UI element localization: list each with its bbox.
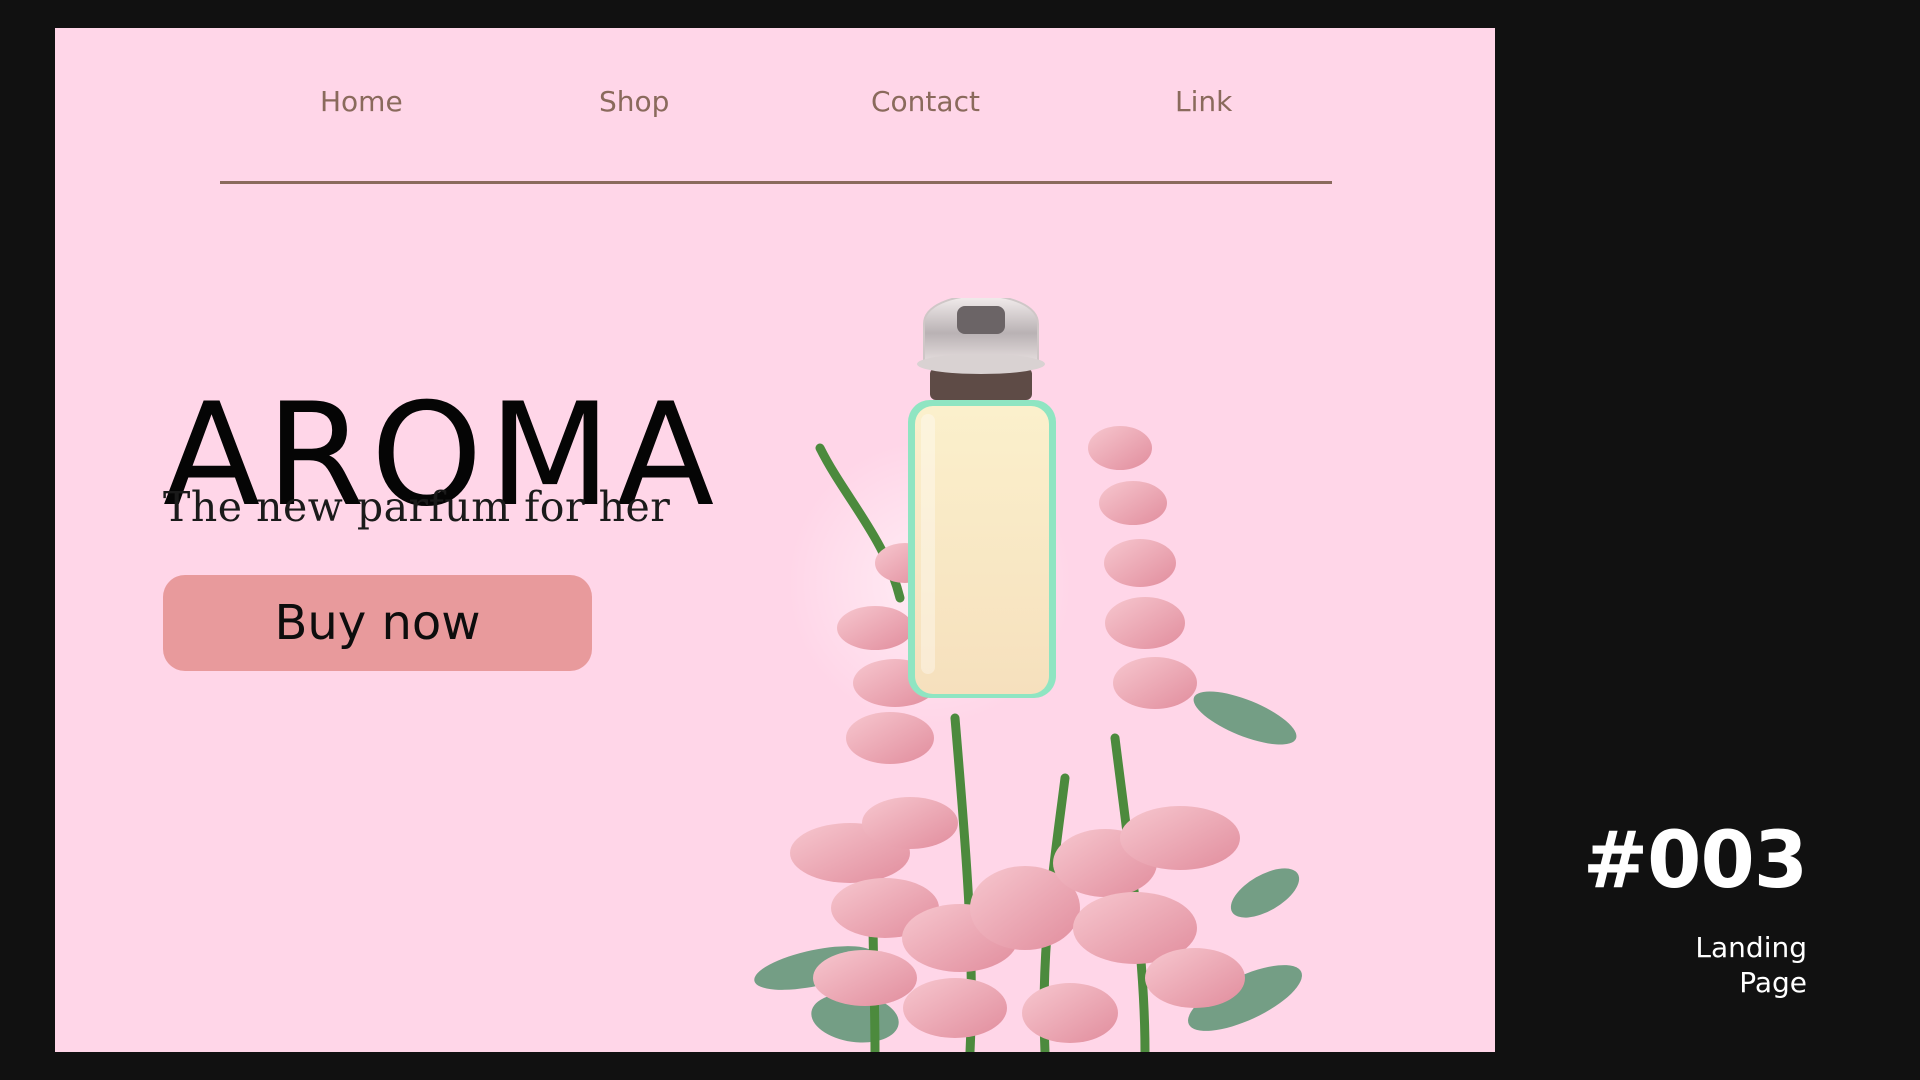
project-badge: #003 Landing Page [1582, 816, 1808, 1000]
nav-link-contact[interactable]: Contact [871, 80, 980, 124]
perfume-bottle [908, 298, 1056, 698]
buy-now-button[interactable]: Buy now [163, 575, 592, 671]
hero-subtitle: The new parfum for her [163, 483, 671, 531]
nav-link-shop[interactable]: Shop [599, 80, 669, 124]
project-number: #003 [1582, 816, 1808, 906]
perfume-bottle-image [754, 298, 1302, 1052]
nav-link-home[interactable]: Home [320, 80, 403, 124]
nav-divider [220, 181, 1332, 184]
project-label: Landing Page [1695, 931, 1807, 999]
top-navigation: Home Shop Contact Link [220, 80, 1332, 184]
landing-page-canvas: Home Shop Contact Link AROMA The new par… [55, 28, 1495, 1052]
nav-link-link[interactable]: Link [1175, 80, 1232, 124]
